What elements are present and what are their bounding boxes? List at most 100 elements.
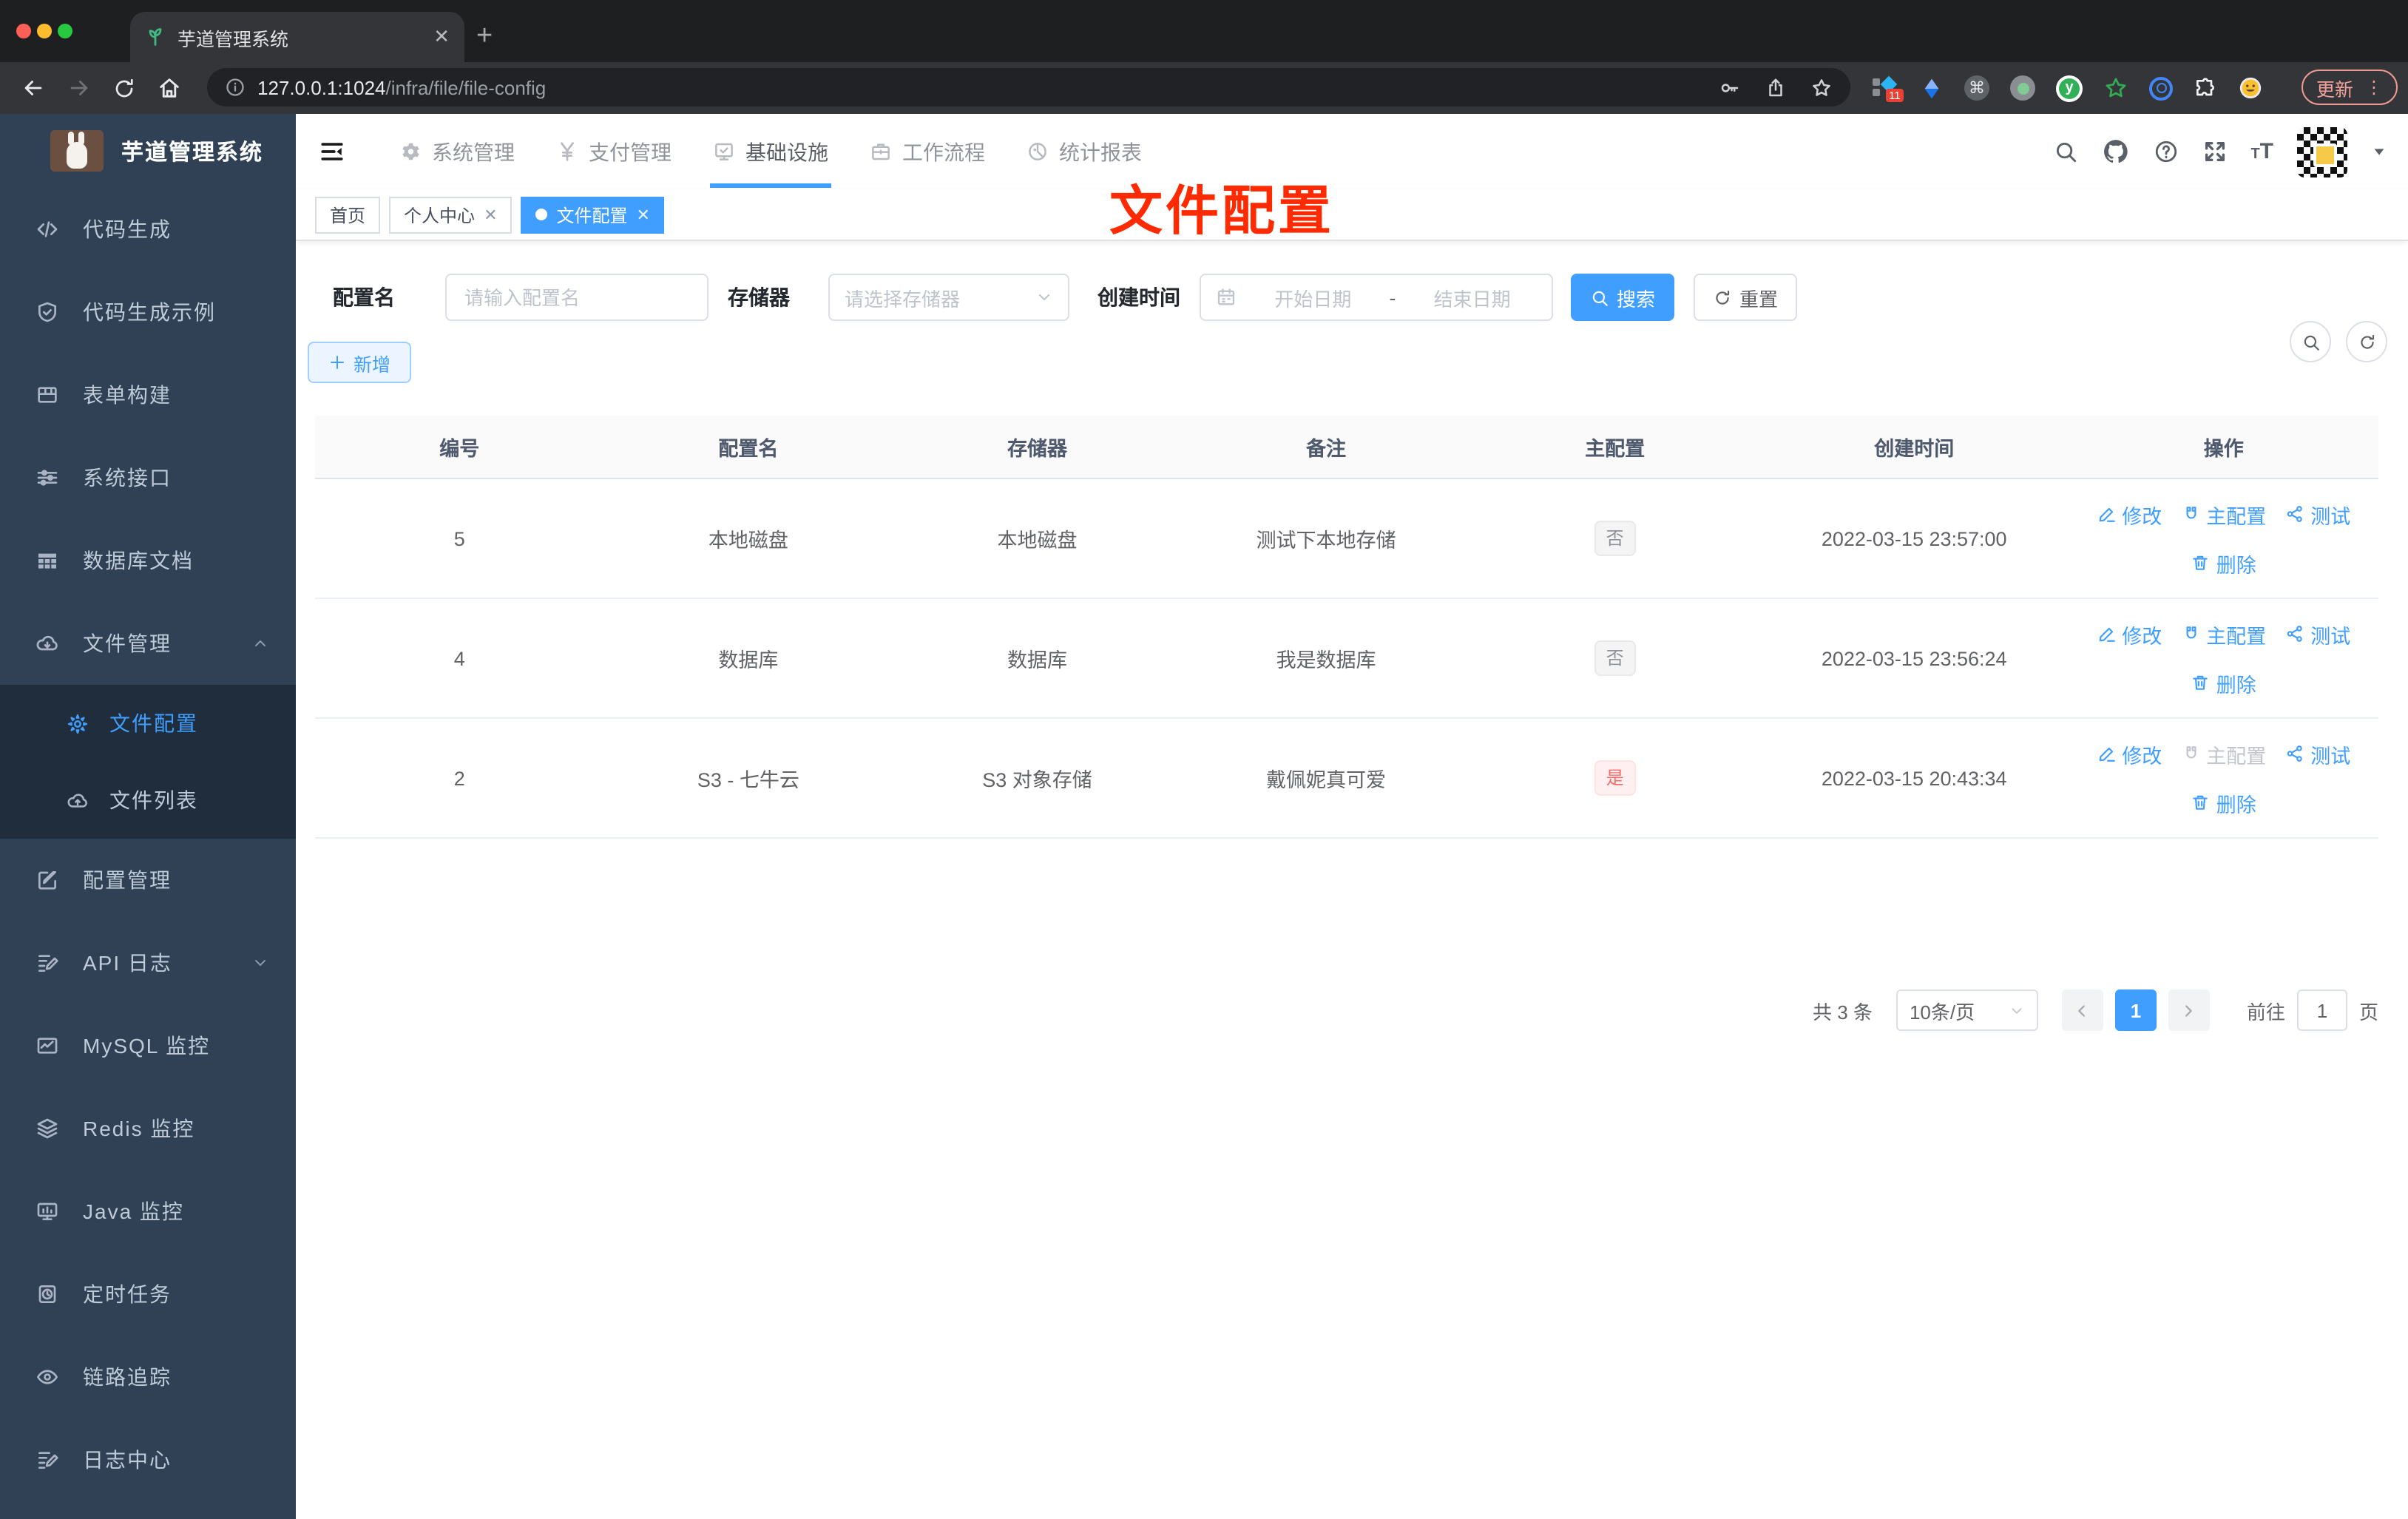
edit-button[interactable]: 修改 xyxy=(2097,619,2162,649)
reset-button[interactable]: 重置 xyxy=(1694,274,1797,321)
nav-item-infra[interactable]: 基础设施 xyxy=(692,114,849,189)
window-close-button[interactable] xyxy=(16,24,31,38)
home-icon[interactable] xyxy=(157,75,182,101)
cell-id: 5 xyxy=(315,478,604,599)
sidebar-item-log-center[interactable]: 日志中心 xyxy=(0,1418,296,1501)
new-tab-button[interactable]: + xyxy=(476,18,493,56)
address-bar[interactable]: 127.0.0.1:1024/infra/file/file-config xyxy=(207,68,1850,106)
date-end-placeholder[interactable]: 结束日期 xyxy=(1407,283,1537,311)
close-icon[interactable]: ✕ xyxy=(637,205,650,224)
set-primary-button[interactable]: 主配置 xyxy=(2181,619,2266,649)
delete-button[interactable]: 删除 xyxy=(2191,668,2256,697)
caret-down-icon[interactable] xyxy=(2371,143,2387,160)
share-icon[interactable] xyxy=(1765,76,1787,98)
delete-button[interactable]: 删除 xyxy=(2191,788,2256,817)
window-zoom-button[interactable] xyxy=(58,24,72,38)
close-icon[interactable]: ✕ xyxy=(484,205,497,224)
cell-created: 2022-03-15 20:43:34 xyxy=(1759,718,2069,839)
set-primary-button[interactable]: 主配置 xyxy=(2181,499,2266,529)
goto-page-input[interactable] xyxy=(2296,989,2347,1031)
sidebar-item-system-api[interactable]: 系统接口 xyxy=(0,436,296,519)
tag-file-config[interactable]: 文件配置 ✕ xyxy=(521,196,665,233)
sidebar-item-redis-monitor[interactable]: Redis 监控 xyxy=(0,1087,296,1170)
extension-command-icon[interactable]: ⌘ xyxy=(1964,75,1989,101)
extension-recorder-icon[interactable] xyxy=(2010,75,2035,101)
edit-button[interactable]: 修改 xyxy=(2097,739,2162,768)
extension-star-icon[interactable] xyxy=(2103,75,2128,101)
tab-close-icon[interactable]: ✕ xyxy=(433,25,450,49)
github-icon[interactable] xyxy=(2101,138,2129,166)
cell-created: 2022-03-15 23:57:00 xyxy=(1759,478,2069,599)
date-start-placeholder[interactable]: 开始日期 xyxy=(1248,283,1378,311)
sidebar-item-file-list[interactable]: 文件列表 xyxy=(0,762,296,839)
extensions-puzzle-icon[interactable] xyxy=(2194,76,2217,100)
back-icon[interactable] xyxy=(21,75,46,101)
sidebar-item-label: 日志中心 xyxy=(83,1448,172,1472)
table-refresh-button[interactable] xyxy=(2346,321,2387,362)
config-name-input[interactable] xyxy=(445,274,708,321)
sidebar-item-code-gen[interactable]: 代码生成 xyxy=(0,188,296,271)
sidebar-item-java-monitor[interactable]: Java 监控 xyxy=(0,1170,296,1253)
test-button[interactable]: 测试 xyxy=(2285,499,2350,529)
table-search-toggle-button[interactable] xyxy=(2290,321,2331,362)
page-number-1[interactable]: 1 xyxy=(2114,989,2157,1031)
password-key-icon[interactable] xyxy=(1719,76,1741,98)
bookmark-star-icon[interactable] xyxy=(1810,76,1833,98)
sidebar-item-scheduled-task[interactable]: 定时任务 xyxy=(0,1253,296,1336)
sidebar-item-config-manage[interactable]: 配置管理 xyxy=(0,839,296,921)
chevron-down-icon xyxy=(251,954,269,972)
sidebar-item-file-config[interactable]: 文件配置 xyxy=(0,685,296,762)
sidebar-item-api-log[interactable]: API 日志 xyxy=(0,921,296,1004)
help-icon[interactable] xyxy=(2153,139,2178,164)
window-minimize-button[interactable] xyxy=(37,24,52,38)
browser-menu-dots-icon[interactable]: ⋮ xyxy=(2365,77,2383,98)
extension-pin-icon[interactable]: 11 xyxy=(1873,75,1904,102)
tag-profile[interactable]: 个人中心 ✕ xyxy=(389,196,513,233)
col-header-created: 创建时间 xyxy=(1759,416,2069,479)
date-range-picker[interactable]: 开始日期 - 结束日期 xyxy=(1200,274,1553,321)
cell-remark: 戴佩妮真可爱 xyxy=(1181,718,1471,839)
extension-y-icon[interactable]: y xyxy=(2056,75,2083,101)
app-logo[interactable]: 芋道管理系统 xyxy=(0,114,296,188)
forward-icon[interactable] xyxy=(67,75,92,101)
nav-label: 统计报表 xyxy=(1059,140,1142,163)
header-icons: TT xyxy=(2052,114,2387,189)
extension-emoji-icon[interactable] xyxy=(2238,75,2263,101)
browser-tab[interactable]: 芋道管理系统 ✕ xyxy=(130,12,464,62)
add-button[interactable]: 新增 xyxy=(308,342,412,383)
sidebar-item-code-demo[interactable]: 代码生成示例 xyxy=(0,271,296,353)
tag-home[interactable]: 首页 xyxy=(315,196,381,233)
fullscreen-icon[interactable] xyxy=(2202,139,2227,164)
test-button[interactable]: 测试 xyxy=(2285,739,2350,768)
sidebar-item-form-builder[interactable]: 表单构建 xyxy=(0,353,296,436)
collapse-sidebar-icon[interactable] xyxy=(319,139,345,164)
storage-select[interactable]: 请选择存储器 xyxy=(828,274,1069,321)
extension-eye-icon[interactable] xyxy=(2149,76,2173,100)
browser-update-button[interactable]: 更新 ⋮ xyxy=(2302,70,2398,105)
file-config-table: 编号 配置名 存储器 备注 主配置 创建时间 操作 5 本地磁盘 本地磁盘 测试… xyxy=(315,416,2378,839)
search-icon[interactable] xyxy=(2052,139,2077,164)
test-button[interactable]: 测试 xyxy=(2285,619,2350,649)
cell-created: 2022-03-15 23:56:24 xyxy=(1759,598,2069,719)
reload-icon[interactable] xyxy=(112,76,136,100)
sidebar-item-trace[interactable]: 链路追踪 xyxy=(0,1336,296,1418)
primary-status-badge: 否 xyxy=(1594,521,1636,556)
sidebar-item-file-manage[interactable]: 文件管理 xyxy=(0,602,296,685)
extension-kite-icon[interactable] xyxy=(1920,76,1944,100)
edit-button[interactable]: 修改 xyxy=(2097,499,2162,529)
font-size-icon[interactable]: TT xyxy=(2250,139,2273,164)
plus-icon xyxy=(328,353,346,371)
user-avatar[interactable] xyxy=(2297,126,2347,177)
nav-item-payment[interactable]: 支付管理 xyxy=(535,114,692,189)
prev-page-button[interactable] xyxy=(2061,989,2103,1031)
page-size-select[interactable]: 10条/页 xyxy=(1895,989,2038,1031)
site-info-icon[interactable] xyxy=(225,77,246,98)
nav-item-workflow[interactable]: 工作流程 xyxy=(849,114,1006,189)
chevron-right-icon xyxy=(2181,1002,2197,1018)
sidebar-item-db-doc[interactable]: 数据库文档 xyxy=(0,519,296,602)
delete-button[interactable]: 删除 xyxy=(2191,548,2256,578)
next-page-button[interactable] xyxy=(2168,989,2210,1031)
nav-item-system[interactable]: 系统管理 xyxy=(379,114,535,189)
search-button[interactable]: 搜索 xyxy=(1571,274,1674,321)
sidebar-item-mysql-monitor[interactable]: MySQL 监控 xyxy=(0,1004,296,1087)
